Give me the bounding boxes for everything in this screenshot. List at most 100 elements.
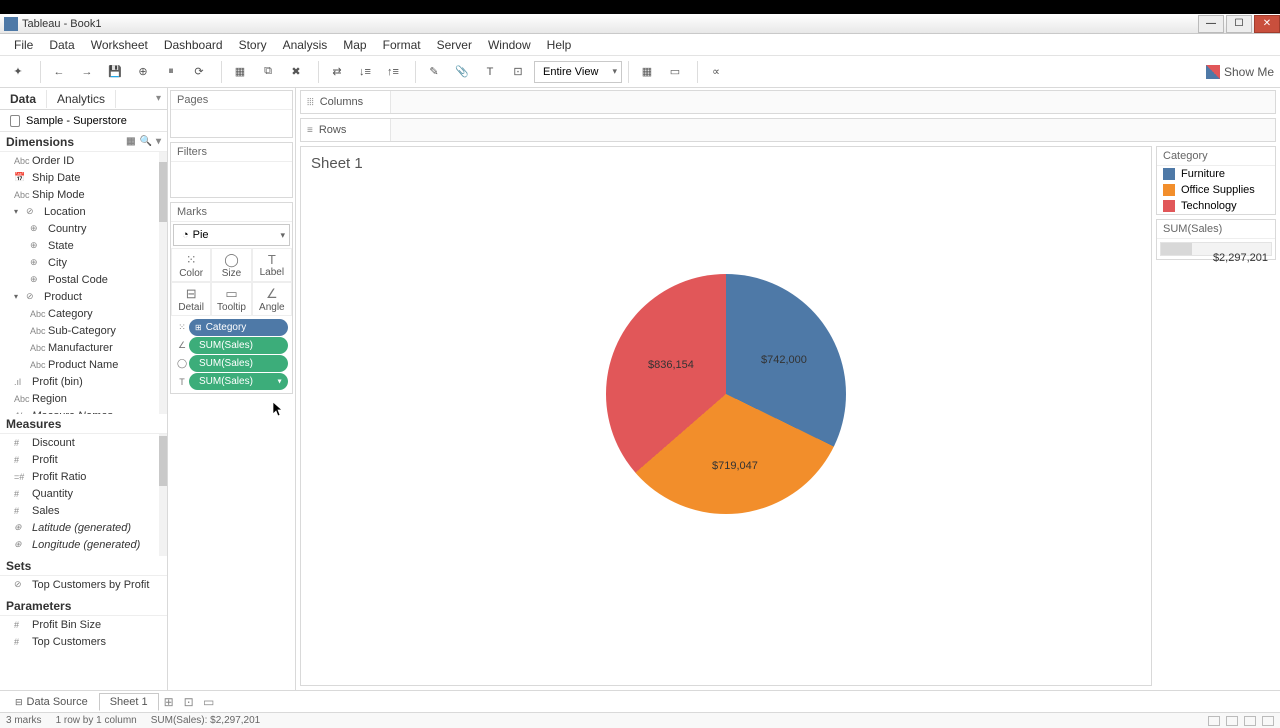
save-button[interactable]: 💾 — [103, 60, 127, 84]
mark-tooltip-button[interactable]: ▭Tooltip — [211, 282, 251, 316]
field-longitude[interactable]: ⊕Longitude (generated) — [0, 536, 167, 553]
menu-window[interactable]: Window — [480, 36, 539, 54]
menu-icon[interactable]: ▾ — [156, 136, 161, 147]
menu-map[interactable]: Map — [335, 36, 374, 54]
field-category[interactable]: AbcCategory — [0, 305, 167, 322]
mark-color-button[interactable]: ⁙Color — [171, 248, 211, 282]
search-icon[interactable]: 🔍 — [140, 136, 152, 147]
duplicate-button[interactable]: ⧉ — [256, 60, 280, 84]
legend-item-technology[interactable]: Technology — [1157, 198, 1275, 214]
folder-location[interactable]: ▾⊘Location — [0, 203, 167, 220]
menu-dashboard[interactable]: Dashboard — [156, 36, 231, 54]
status-grid-icon[interactable] — [1244, 716, 1256, 726]
close-button[interactable]: ✕ — [1254, 15, 1280, 33]
datasource-row[interactable]: Sample - Superstore — [0, 110, 167, 132]
presentation-button[interactable]: ▭ — [663, 60, 687, 84]
menu-data[interactable]: Data — [41, 36, 82, 54]
field-top-customers-profit[interactable]: ⊘Top Customers by Profit — [0, 576, 167, 593]
mark-type-dropdown[interactable]: ◔Pie — [173, 224, 290, 246]
pause-updates-button[interactable]: ⏸ — [159, 60, 183, 84]
field-order-id[interactable]: AbcOrder ID — [0, 152, 167, 169]
param-profit-bin-size[interactable]: #Profit Bin Size — [0, 616, 167, 633]
label-button[interactable]: T — [478, 60, 502, 84]
mark-size-button[interactable]: ◯Size — [211, 248, 251, 282]
param-top-customers[interactable]: #Top Customers — [0, 633, 167, 650]
menu-file[interactable]: File — [6, 36, 41, 54]
filters-card[interactable]: Filters — [170, 142, 293, 198]
field-sub-category[interactable]: AbcSub-Category — [0, 322, 167, 339]
field-ship-mode[interactable]: AbcShip Mode — [0, 186, 167, 203]
view-as-icon[interactable]: ▦ — [126, 136, 135, 147]
dimensions-scrollbar[interactable] — [159, 162, 167, 222]
field-region[interactable]: AbcRegion — [0, 390, 167, 407]
field-quantity[interactable]: #Quantity — [0, 485, 167, 502]
columns-shelf[interactable]: ⦙⦙⦙Columns — [300, 90, 1276, 114]
field-postal-code[interactable]: ⊕Postal Code — [0, 271, 167, 288]
menu-story[interactable]: Story — [231, 36, 275, 54]
maximize-button[interactable]: ☐ — [1226, 15, 1252, 33]
folder-product[interactable]: ▾⊘Product — [0, 288, 167, 305]
legend-item-furniture[interactable]: Furniture — [1157, 166, 1275, 182]
menu-help[interactable]: Help — [539, 36, 580, 54]
label-target-icon[interactable]: T — [175, 375, 189, 389]
new-worksheet-tab-button[interactable]: ⊞ — [159, 692, 179, 712]
data-pane-menu-icon[interactable]: ▾ — [156, 93, 167, 104]
field-profit[interactable]: #Profit — [0, 451, 167, 468]
field-latitude[interactable]: ⊕Latitude (generated) — [0, 519, 167, 536]
mark-label-button[interactable]: TLabel — [252, 248, 292, 282]
field-sales[interactable]: #Sales — [0, 502, 167, 519]
menu-worksheet[interactable]: Worksheet — [83, 36, 156, 54]
tab-data-source[interactable]: ⊟Data Source — [4, 693, 99, 711]
status-nav-next[interactable] — [1226, 716, 1238, 726]
fit-dropdown[interactable]: Entire View — [534, 61, 622, 83]
menu-analysis[interactable]: Analysis — [275, 36, 336, 54]
sort-desc-button[interactable]: ↑≡ — [381, 60, 405, 84]
tableau-icon[interactable]: ✦ — [6, 60, 30, 84]
group-button[interactable]: 📎 — [450, 60, 474, 84]
clear-button[interactable]: ✖ — [284, 60, 308, 84]
menu-server[interactable]: Server — [429, 36, 480, 54]
share-button[interactable]: ∝ — [704, 60, 728, 84]
field-discount[interactable]: #Discount — [0, 434, 167, 451]
field-ship-date[interactable]: 📅Ship Date — [0, 169, 167, 186]
status-filmstrip-icon[interactable] — [1262, 716, 1274, 726]
viz-canvas[interactable]: Sheet 1 $742,000 $719,047 $836,154 — [300, 146, 1152, 686]
show-me-button[interactable]: Show Me — [1206, 65, 1274, 79]
field-country[interactable]: ⊕Country — [0, 220, 167, 237]
mark-angle-button[interactable]: ∠Angle — [252, 282, 292, 316]
minimize-button[interactable]: — — [1198, 15, 1224, 33]
pie-chart[interactable] — [606, 274, 846, 514]
new-worksheet-button[interactable]: ▦ — [228, 60, 252, 84]
redo-button[interactable]: → — [75, 60, 99, 84]
field-manufacturer[interactable]: AbcManufacturer — [0, 339, 167, 356]
pill-category[interactable]: ⊞Category — [189, 319, 288, 336]
show-hide-cards-button[interactable]: ▦ — [635, 60, 659, 84]
undo-button[interactable]: ← — [47, 60, 71, 84]
legend-item-office-supplies[interactable]: Office Supplies — [1157, 182, 1275, 198]
new-dashboard-tab-button[interactable]: ⊡ — [179, 692, 199, 712]
field-measure-names[interactable]: AbcMeasure Names — [0, 407, 167, 414]
refresh-button[interactable]: ⟳ — [187, 60, 211, 84]
angle-target-icon[interactable]: ∠ — [175, 339, 189, 353]
pill-sum-sales-size[interactable]: SUM(Sales) — [189, 355, 288, 372]
swap-button[interactable]: ⇄ — [325, 60, 349, 84]
tab-data[interactable]: Data — [0, 90, 47, 108]
mark-detail-button[interactable]: ⊟Detail — [171, 282, 211, 316]
menu-format[interactable]: Format — [375, 36, 429, 54]
status-nav-prev[interactable] — [1208, 716, 1220, 726]
sum-sales-legend[interactable]: SUM(Sales) $2,297,201 — [1156, 219, 1276, 260]
category-legend[interactable]: Category Furniture Office Supplies Techn… — [1156, 146, 1276, 215]
field-profit-ratio[interactable]: =#Profit Ratio — [0, 468, 167, 485]
field-product-name[interactable]: AbcProduct Name — [0, 356, 167, 373]
highlight-button[interactable]: ✎ — [422, 60, 446, 84]
rows-shelf[interactable]: ≡Rows — [300, 118, 1276, 142]
pill-sum-sales-angle[interactable]: SUM(Sales) — [189, 337, 288, 354]
sort-asc-button[interactable]: ↓≡ — [353, 60, 377, 84]
fit-icon[interactable]: ⊡ — [506, 60, 530, 84]
field-city[interactable]: ⊕City — [0, 254, 167, 271]
color-target-icon[interactable]: ⁙ — [175, 321, 189, 335]
tab-sheet-1[interactable]: Sheet 1 — [99, 693, 159, 711]
tab-analytics[interactable]: Analytics — [47, 90, 116, 108]
pill-sum-sales-label[interactable]: SUM(Sales) — [189, 373, 288, 390]
field-profit-bin[interactable]: .ılProfit (bin) — [0, 373, 167, 390]
